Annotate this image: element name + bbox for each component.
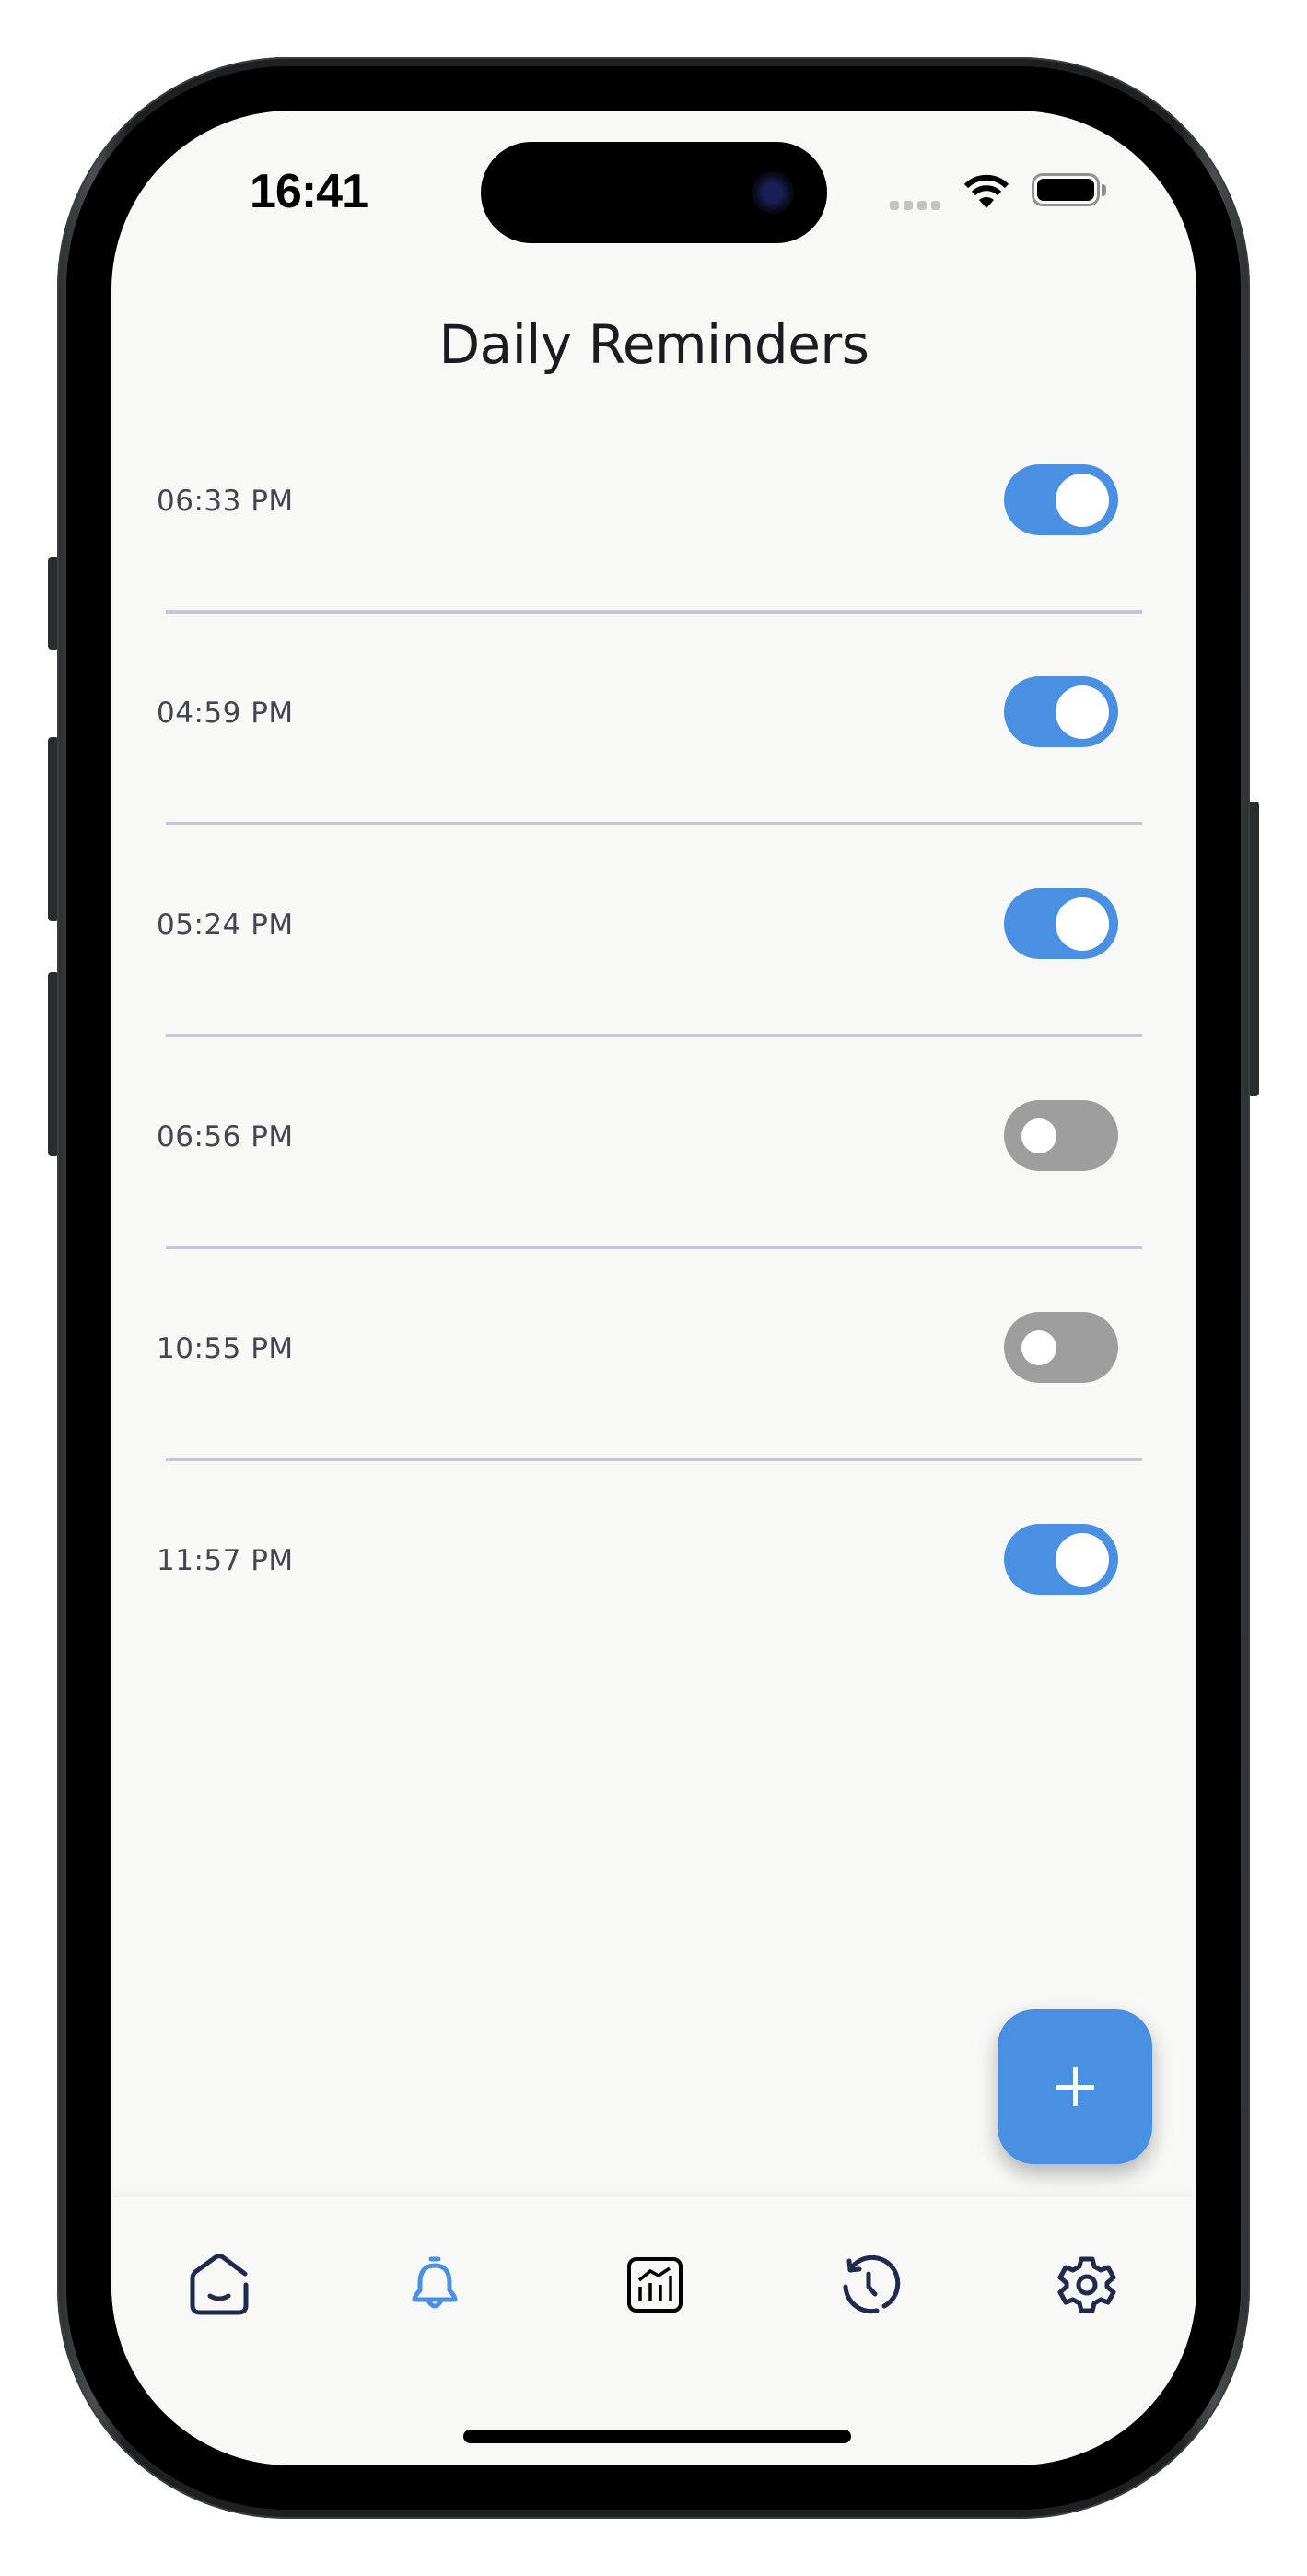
reminder-row: 06:56 PM [111,1032,1196,1249]
reminder-time[interactable]: 05:24 PM [157,908,294,942]
toggle-knob [1021,1118,1056,1153]
reminder-toggle[interactable] [1004,676,1118,747]
reminder-toggle[interactable] [1004,1312,1118,1383]
dynamic-island [481,142,827,243]
toggle-knob [1056,685,1109,739]
toggle-knob [1056,1533,1109,1587]
reminder-time[interactable]: 04:59 PM [157,697,294,730]
nav-settings[interactable] [1050,2248,1124,2322]
reminder-row: 04:59 PM [111,608,1196,825]
wifi-icon [963,174,1009,208]
reminders-list: 06:33 PM 04:59 PM 05:24 PM 06:56 PM 10:5… [111,396,1196,1668]
reminder-toggle[interactable] [1004,1100,1118,1171]
nav-reminders[interactable] [399,2248,473,2322]
reminder-row: 05:24 PM [111,820,1196,1037]
app-screen: 16:41 Daily Reminders 06:33 PM 04:59 PM … [111,111,1196,2465]
reminder-toggle[interactable] [1004,888,1118,959]
cellular-signal-icon [890,201,940,210]
status-time: 16:41 [250,165,368,218]
reminder-time[interactable]: 10:55 PM [157,1332,294,1365]
toggle-knob [1056,897,1109,951]
battery-icon [1032,173,1100,206]
reminder-toggle[interactable] [1004,1524,1118,1595]
history-icon [843,2255,901,2314]
chart-icon [627,2257,683,2313]
reminder-time[interactable]: 06:56 PM [157,1120,294,1153]
reminder-time[interactable]: 06:33 PM [157,485,294,518]
reminder-row: 11:57 PM [111,1456,1196,1668]
home-indicator[interactable] [463,2430,851,2443]
reminder-row: 10:55 PM [111,1244,1196,1461]
toggle-knob [1056,474,1109,527]
toggle-knob [1021,1330,1056,1365]
home-icon [190,2254,249,2315]
reminder-toggle[interactable] [1004,464,1118,535]
bottom-navigation [111,2197,1196,2465]
reminder-row: 06:33 PM [111,396,1196,614]
settings-icon [1057,2256,1116,2313]
bell-icon [412,2256,458,2309]
nav-home[interactable] [182,2248,256,2322]
add-reminder-button[interactable] [998,2009,1152,2164]
camera-icon [752,171,794,214]
nav-statistics[interactable] [618,2248,692,2322]
reminder-time[interactable]: 11:57 PM [157,1544,294,1577]
nav-history[interactable] [834,2248,908,2322]
battery-tip [1102,184,1106,196]
page-title: Daily Reminders [438,313,869,376]
